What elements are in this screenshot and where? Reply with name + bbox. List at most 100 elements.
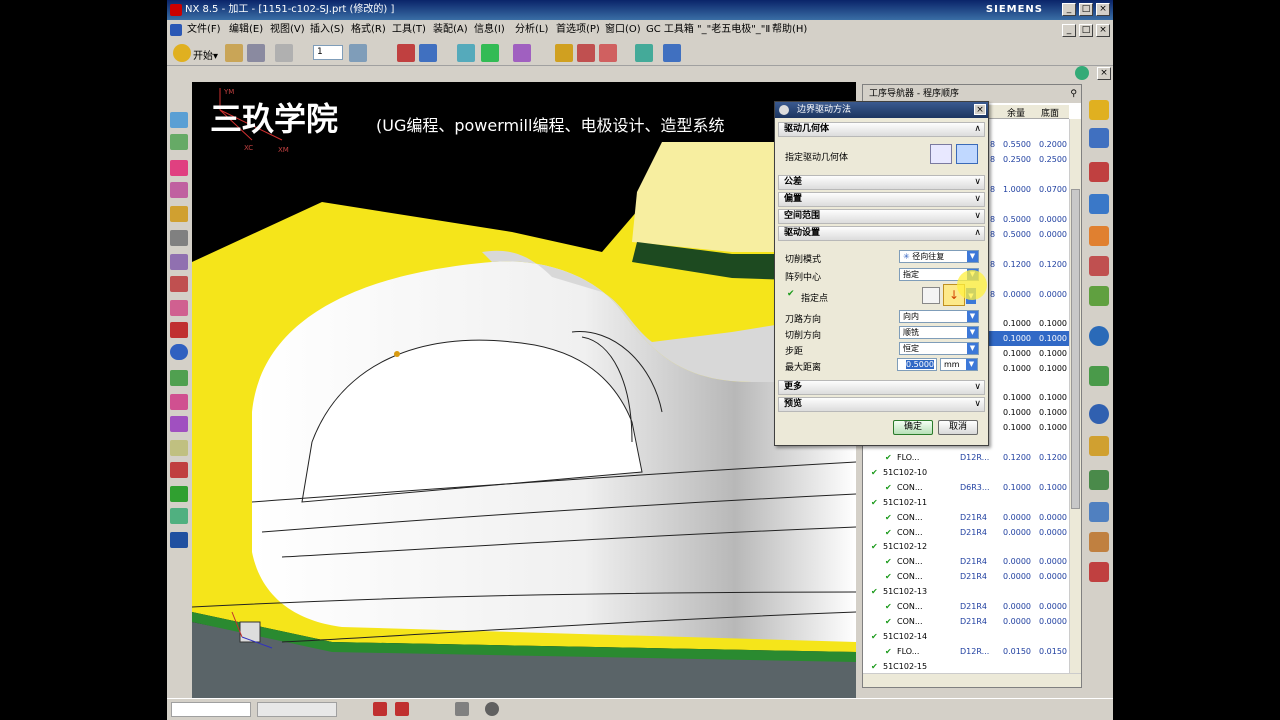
col-allowance[interactable]: 余量 [1007,106,1025,119]
start-icon[interactable] [173,44,191,62]
edit-object-icon[interactable] [170,230,188,246]
history-icon[interactable] [1089,366,1109,386]
operation-row[interactable]: ✔ CON... D21R4 0.0000 0.0000 [863,525,1069,540]
create-operation-icon[interactable] [170,206,188,222]
menu-assembly[interactable]: 装配(A) [433,20,468,40]
menu-format[interactable]: 格式(R) [351,20,386,40]
reuse-library-icon[interactable] [1089,286,1109,306]
menu-tools[interactable]: 工具(T) [392,20,426,40]
save-icon[interactable] [247,44,265,62]
ok-button[interactable]: 确定 [893,420,933,435]
point-dialog-button[interactable] [922,287,940,304]
navigator-scrollbar[interactable] [1069,119,1081,673]
replay-icon[interactable] [170,300,188,316]
doc-close-icon[interactable]: × [1096,24,1110,37]
layer-icon[interactable] [349,44,367,62]
verify-path-icon[interactable] [170,416,188,432]
menu-plugin[interactable]: "_"老五电极"_"Ⅱ [697,20,770,40]
cut-dir-select[interactable]: 顺铣 ▼ [899,326,979,339]
shopdoc-icon[interactable] [663,44,681,62]
clock-icon[interactable] [1089,404,1109,424]
menu-insert[interactable]: 插入(S) [310,20,344,40]
filter-select[interactable] [171,702,251,717]
doc-minimize-icon[interactable]: _ [1062,24,1076,37]
operation-row[interactable]: ✔ FLO... D12R... 0.1200 0.1200 [863,450,1069,465]
menu-preferences[interactable]: 首选项(P) [556,20,600,40]
process-studio-icon[interactable] [1089,502,1109,522]
verify-icon[interactable] [599,44,617,62]
menu-help[interactable]: 帮助(H) [772,20,807,40]
graphics-window[interactable]: YM XC XM 三玖学院 (UG编程、powermill编程、电极设计、造型系… [192,82,856,698]
toolpath-icon[interactable] [170,370,188,386]
feature-nav-icon[interactable] [1089,256,1109,276]
operation-row[interactable]: ✔ CON... D21R4 0.0000 0.0000 [863,569,1069,584]
scroll-thumb[interactable] [1071,189,1080,509]
minimize-icon[interactable]: _ [1062,3,1076,16]
analysis-icon[interactable] [419,44,437,62]
operation-row[interactable]: ✔ CON... D21R4 0.0000 0.0000 [863,554,1069,569]
create-program-icon[interactable] [170,112,188,128]
edit-geometry-button[interactable] [956,144,978,164]
operation-row[interactable]: ✔ CON... D21R4 0.0000 0.0000 [863,614,1069,629]
view-icon[interactable] [485,702,499,716]
menu-window[interactable]: 窗口(O) [605,20,641,40]
strip-close-icon[interactable]: × [1097,67,1111,80]
cancel-button[interactable]: 取消 [938,420,978,435]
layer-select[interactable]: 1 [313,45,343,60]
select-icon[interactable] [455,702,469,716]
machine-nav-icon[interactable] [1089,226,1109,246]
nc-icon[interactable] [170,532,188,548]
menu-analysis[interactable]: 分析(L) [515,20,548,40]
section-tolerance[interactable]: 公差 ∨ [778,175,985,190]
menu-file[interactable]: 文件(F) [187,20,221,40]
open-icon[interactable] [225,44,243,62]
transform-icon[interactable] [170,276,188,292]
operation-row[interactable]: ✔ CON... D6R3... 0.1000 0.1000 [863,480,1069,495]
assembly-icon[interactable] [397,44,415,62]
program-group-row[interactable]: ✔ 51C102-13 [863,584,1069,599]
dimension-icon[interactable] [481,44,499,62]
section-more[interactable]: 更多 ∨ [778,380,985,395]
app-menu-icon[interactable] [170,24,182,36]
palette-icon[interactable] [1089,436,1109,456]
assembly-nav-icon[interactable] [1089,100,1109,120]
navigator-hscroll[interactable] [863,673,1081,687]
menu-view[interactable]: 视图(V) [270,20,305,40]
pin-icon[interactable]: ⚲ [1070,85,1077,103]
operation-nav-icon[interactable] [1089,194,1109,214]
create-geometry-icon[interactable] [170,160,188,176]
start-button[interactable]: 开始▾ [193,47,218,62]
part-nav-icon[interactable] [1089,162,1109,182]
point-snap-icon[interactable] [395,702,409,716]
section-drive-settings[interactable]: 驱动设置 ∧ [778,226,985,241]
display-icon[interactable] [170,322,188,338]
sketch-icon[interactable] [457,44,475,62]
max-distance-unit-select[interactable]: mm ▼ [940,358,978,371]
copy-icon[interactable] [170,254,188,270]
system-materials-icon[interactable] [1089,470,1109,490]
stepover-select[interactable]: 恒定 ▼ [899,342,979,355]
select-geometry-button[interactable] [930,144,952,164]
system-scenes-icon[interactable] [1089,562,1109,582]
create-method-icon[interactable] [170,182,188,198]
operation-row[interactable]: ✔ CON... D21R4 0.0000 0.0000 [863,599,1069,614]
dialog-close-icon[interactable]: × [974,104,986,115]
doc-restore-icon[interactable]: □ [1079,24,1093,37]
resource-icon[interactable] [1075,66,1089,80]
info-icon[interactable] [170,344,188,360]
tool-path-dir-select[interactable]: 向内 ▼ [899,310,979,323]
maximize-icon[interactable]: □ [1079,3,1093,16]
program-group-row[interactable]: ✔ 51C102-14 [863,629,1069,644]
snap-icon[interactable] [373,702,387,716]
close-icon[interactable]: × [1096,3,1110,16]
menu-edit[interactable]: 编辑(E) [229,20,263,40]
operation-row[interactable]: ✔ CON... D21R4 0.0000 0.0000 [863,510,1069,525]
col-floor[interactable]: 底面 [1041,106,1059,119]
list-icon[interactable] [170,440,188,456]
section-drive-geometry[interactable]: 驱动几何体 ∧ [778,122,985,137]
postprocess-icon[interactable] [635,44,653,62]
section-offset[interactable]: 偏置 ∨ [778,192,985,207]
section-preview[interactable]: 预览 ∨ [778,397,985,412]
web-browser-icon[interactable] [1089,326,1109,346]
generate-icon[interactable] [577,44,595,62]
